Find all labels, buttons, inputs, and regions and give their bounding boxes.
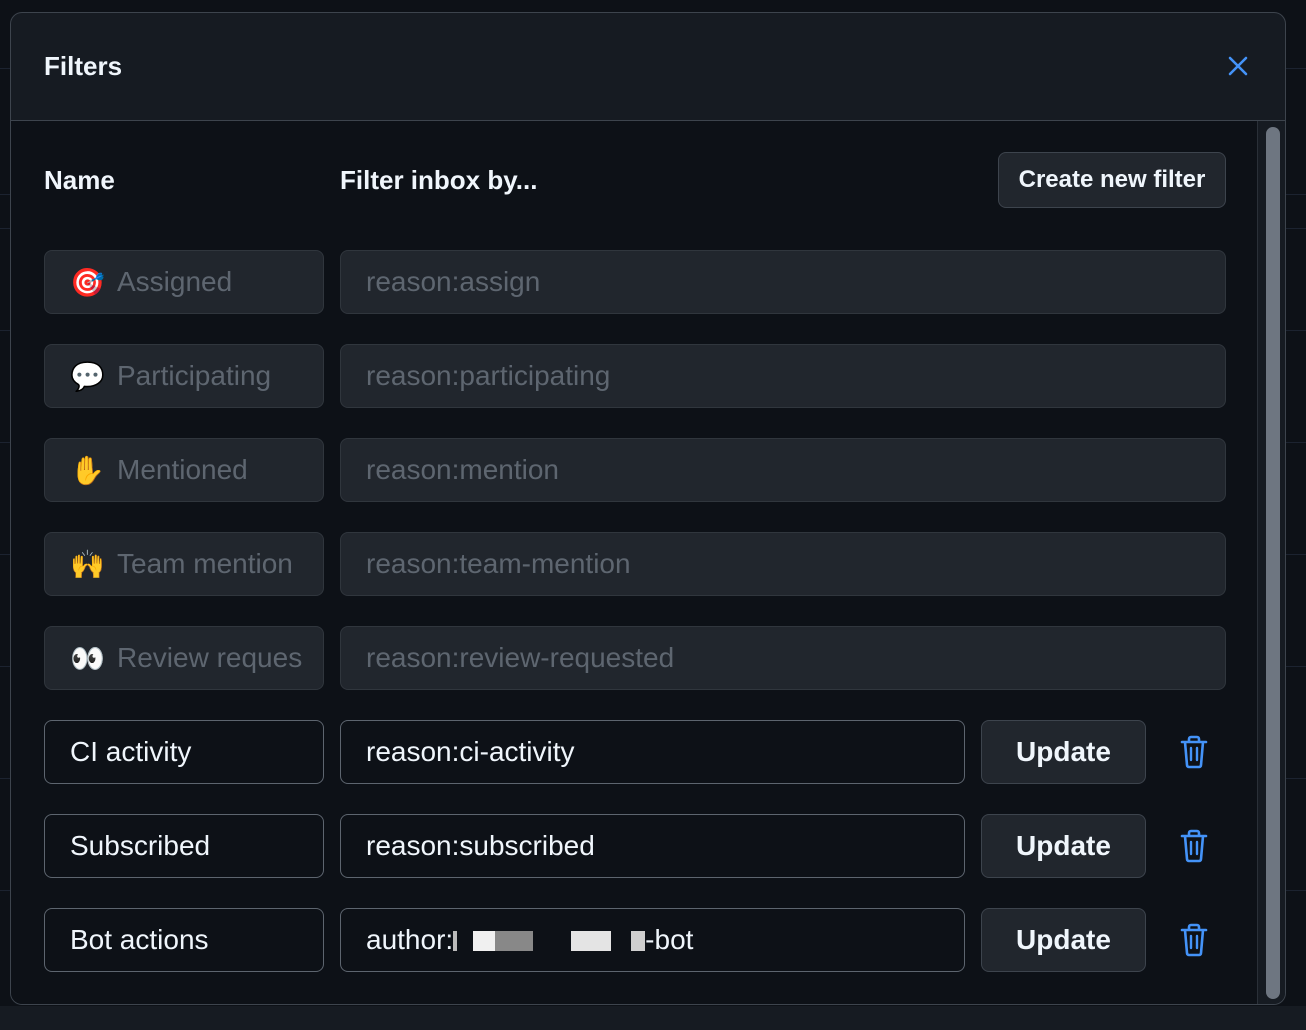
- filter-name-field: 💬 Participating: [44, 344, 324, 408]
- delete-filter-button[interactable]: [1177, 734, 1211, 770]
- delete-filter-button[interactable]: [1177, 828, 1211, 864]
- filter-name-text: Assigned: [117, 266, 233, 297]
- filter-query-field: reason:review-requested: [340, 626, 1226, 690]
- close-button[interactable]: [1223, 51, 1255, 83]
- delete-filter-button[interactable]: [1177, 922, 1211, 958]
- trash-icon: [1180, 923, 1208, 957]
- eyes-icon: 👀: [70, 642, 105, 674]
- update-button[interactable]: Update: [981, 720, 1146, 784]
- filter-query-field: reason:team-mention: [340, 532, 1226, 596]
- query-suffix-text: -bot: [645, 924, 694, 955]
- filter-name-field: 🎯 Assigned: [44, 250, 324, 314]
- custom-filter-row: CI activity reason:ci-activity Update: [11, 720, 1257, 784]
- close-icon: [1228, 56, 1248, 76]
- filter-name-input[interactable]: Bot actions: [44, 908, 324, 972]
- create-new-filter-button[interactable]: Create new filter: [998, 152, 1226, 208]
- filter-name-text: Review reques: [117, 642, 303, 673]
- update-button[interactable]: Update: [981, 814, 1146, 878]
- custom-filter-row: Subscribed reason:subscribed Update: [11, 814, 1257, 878]
- filter-name-text: Team mention: [117, 548, 293, 579]
- scrollbar[interactable]: [1257, 121, 1285, 1004]
- raising-hands-icon: 🙌: [70, 548, 105, 580]
- filter-name-field: 👀 Review reques: [44, 626, 324, 690]
- filter-query-field: reason:participating: [340, 344, 1226, 408]
- dialog-body: Name Filter inbox by... Create new filte…: [11, 121, 1257, 1004]
- dart-target-icon: 🎯: [70, 266, 105, 298]
- scrollbar-thumb[interactable]: [1266, 127, 1280, 999]
- default-filter-row: 👀 Review reques reason:review-requested: [11, 626, 1257, 690]
- trash-icon: [1180, 735, 1208, 769]
- column-header-name: Name: [44, 165, 115, 195]
- filters-dialog: Filters Name Filter inbox by... Create n…: [10, 12, 1286, 1005]
- filter-query-field: reason:assign: [340, 250, 1226, 314]
- default-filter-row: 💬 Participating reason:participating: [11, 344, 1257, 408]
- filter-query-input[interactable]: reason:subscribed: [340, 814, 965, 878]
- filter-name-input[interactable]: CI activity: [44, 720, 324, 784]
- background-footer: [0, 1006, 1306, 1030]
- filter-query-input[interactable]: reason:ci-activity: [340, 720, 965, 784]
- redacted-text: [453, 924, 646, 956]
- filter-name-input[interactable]: Subscribed: [44, 814, 324, 878]
- filter-query-input[interactable]: author: -bot: [340, 908, 965, 972]
- column-header-filter: Filter inbox by...: [340, 165, 538, 195]
- default-filter-row: 🎯 Assigned reason:assign: [11, 250, 1257, 314]
- filter-name-field: 🙌 Team mention: [44, 532, 324, 596]
- query-prefix-text: author:: [366, 924, 454, 955]
- default-filter-row: 🙌 Team mention reason:team-mention: [11, 532, 1257, 596]
- custom-filter-row: Bot actions author: -bot Update: [11, 908, 1257, 972]
- default-filter-row: ✋ Mentioned reason:mention: [11, 438, 1257, 502]
- filter-name-field: ✋ Mentioned: [44, 438, 324, 502]
- dialog-header: Filters: [11, 13, 1285, 121]
- filter-name-text: Participating: [117, 360, 272, 391]
- filter-name-text: Mentioned: [117, 454, 248, 485]
- trash-icon: [1180, 829, 1208, 863]
- update-button[interactable]: Update: [981, 908, 1146, 972]
- filter-query-field: reason:mention: [340, 438, 1226, 502]
- raised-hand-icon: ✋: [70, 454, 105, 486]
- speech-bubble-icon: 💬: [70, 360, 105, 392]
- dialog-title: Filters: [44, 51, 123, 81]
